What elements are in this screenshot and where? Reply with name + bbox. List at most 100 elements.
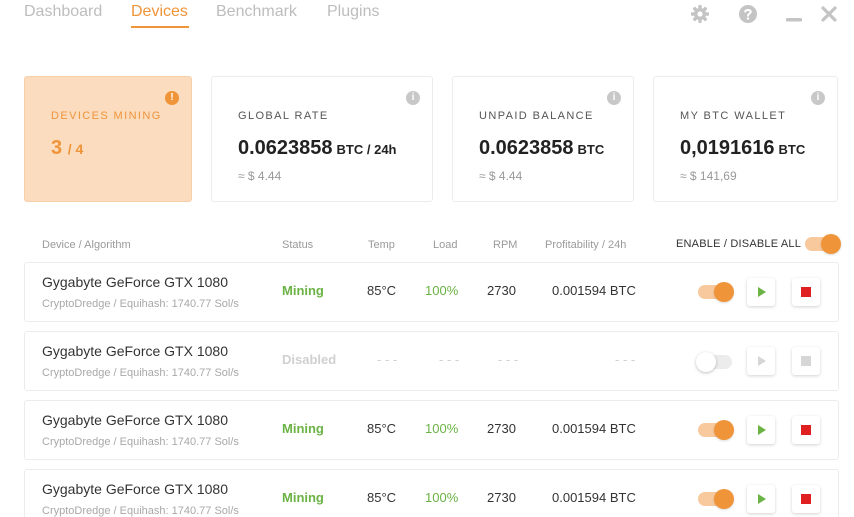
stop-button[interactable] bbox=[792, 347, 820, 375]
minimize-icon[interactable] bbox=[784, 4, 804, 24]
global-rate-value: 0.0623858 BTC / 24h bbox=[238, 137, 397, 160]
device-status: Mining bbox=[282, 421, 324, 436]
stop-button[interactable] bbox=[792, 416, 820, 444]
device-status: Mining bbox=[282, 490, 324, 505]
card-label: UNPAID BALANCE bbox=[479, 110, 594, 122]
header-temp: Temp bbox=[368, 239, 395, 251]
stop-button[interactable] bbox=[792, 485, 820, 513]
device-temp: 85°C bbox=[367, 283, 397, 298]
header-rpm: RPM bbox=[493, 239, 518, 251]
card-btc-wallet: i MY BTC WALLET 0,0191616 BTC ≈ $ 141,69 bbox=[653, 76, 838, 202]
device-load: 100% bbox=[425, 490, 459, 505]
play-icon bbox=[758, 494, 766, 504]
device-load: 100% bbox=[425, 283, 459, 298]
device-row: Gygabyte GeForce GTX 1080 CryptoDredge /… bbox=[24, 469, 839, 517]
device-rpm: 2730 bbox=[487, 283, 516, 298]
start-button[interactable] bbox=[747, 416, 775, 444]
toggle-knob bbox=[714, 282, 734, 302]
device-toggle[interactable] bbox=[696, 352, 732, 372]
card-global-rate: i GLOBAL RATE 0.0623858 BTC / 24h ≈ $ 4.4… bbox=[211, 76, 433, 202]
approx-usd: ≈ $ 4.44 bbox=[238, 169, 282, 183]
btc-wallet-value: 0,0191616 BTC bbox=[680, 137, 805, 160]
stop-icon bbox=[801, 356, 811, 366]
device-row: Gygabyte GeForce GTX 1080 CryptoDredge /… bbox=[24, 400, 839, 460]
info-icon[interactable]: i bbox=[811, 91, 825, 105]
play-icon bbox=[758, 425, 766, 435]
tab-plugins[interactable]: Plugins bbox=[327, 3, 379, 21]
value-number: 0,0191616 bbox=[680, 137, 775, 159]
device-profitability: 0.001594 BTC bbox=[552, 490, 636, 505]
device-row: Gygabyte GeForce GTX 1080 CryptoDredge /… bbox=[24, 262, 839, 322]
tab-dashboard[interactable]: Dashboard bbox=[24, 3, 102, 21]
value-number: 0.0623858 bbox=[238, 137, 333, 159]
devices-mining-count: 3 / 4 bbox=[51, 137, 83, 160]
device-temp: - - - bbox=[377, 352, 398, 367]
enable-disable-all-label: ENABLE / DISABLE ALL bbox=[676, 238, 802, 250]
stop-button[interactable] bbox=[792, 278, 820, 306]
play-icon bbox=[758, 287, 766, 297]
play-icon bbox=[758, 356, 766, 366]
device-algorithm: CryptoDredge / Equihash: 1740.77 Sol/s bbox=[42, 436, 239, 448]
card-label: DEVICES MINING bbox=[51, 110, 162, 122]
stop-icon bbox=[801, 287, 811, 297]
card-unpaid-balance: i UNPAID BALANCE 0.0623858 BTC ≈ $ 4.44 bbox=[452, 76, 634, 202]
header-device: Device / Algorithm bbox=[42, 239, 131, 251]
toggle-knob bbox=[714, 489, 734, 509]
value-number: 0.0623858 bbox=[479, 137, 574, 159]
start-button[interactable] bbox=[747, 485, 775, 513]
toggle-knob bbox=[696, 352, 716, 372]
start-button[interactable] bbox=[747, 278, 775, 306]
devices-mining-value: 3 bbox=[51, 137, 63, 159]
enable-all-toggle[interactable] bbox=[805, 234, 841, 254]
active-tab-underline bbox=[131, 26, 189, 28]
card-label: MY BTC WALLET bbox=[680, 110, 787, 122]
tab-benchmark[interactable]: Benchmark bbox=[216, 3, 297, 21]
device-name: Gygabyte GeForce GTX 1080 bbox=[42, 412, 228, 428]
device-profitability: 0.001594 BTC bbox=[552, 421, 636, 436]
card-label: GLOBAL RATE bbox=[238, 110, 329, 122]
tab-devices[interactable]: Devices bbox=[131, 3, 188, 21]
close-icon[interactable] bbox=[819, 4, 839, 24]
device-name: Gygabyte GeForce GTX 1080 bbox=[42, 274, 228, 290]
info-icon[interactable]: i bbox=[406, 91, 420, 105]
device-status: Mining bbox=[282, 283, 324, 298]
device-profitability: - - - bbox=[615, 352, 636, 367]
device-algorithm: CryptoDredge / Equihash: 1740.77 Sol/s bbox=[42, 367, 239, 379]
gear-icon[interactable] bbox=[690, 4, 710, 24]
info-icon[interactable]: i bbox=[607, 91, 621, 105]
device-load: 100% bbox=[425, 421, 459, 436]
start-button[interactable] bbox=[747, 347, 775, 375]
unpaid-balance-value: 0.0623858 BTC bbox=[479, 137, 604, 160]
header-profitability: Profitability / 24h bbox=[545, 239, 627, 251]
device-row: Gygabyte GeForce GTX 1080 CryptoDredge /… bbox=[24, 331, 839, 391]
device-rpm: 2730 bbox=[487, 490, 516, 505]
device-algorithm: CryptoDredge / Equihash: 1740.77 Sol/s bbox=[42, 298, 239, 310]
header-load: Load bbox=[433, 239, 458, 251]
devices-mining-total: / 4 bbox=[67, 141, 84, 157]
device-status: Disabled bbox=[282, 352, 337, 367]
help-icon[interactable] bbox=[738, 4, 758, 24]
info-icon[interactable]: ! bbox=[165, 91, 179, 105]
approx-usd: ≈ $ 141,69 bbox=[680, 169, 737, 183]
approx-usd: ≈ $ 4.44 bbox=[479, 169, 523, 183]
device-temp: 85°C bbox=[367, 421, 397, 436]
stop-icon bbox=[801, 425, 811, 435]
top-nav: Dashboard Devices Benchmark Plugins bbox=[0, 0, 854, 44]
device-temp: 85°C bbox=[367, 490, 397, 505]
device-toggle[interactable] bbox=[698, 420, 734, 440]
header-status: Status bbox=[282, 239, 314, 251]
device-rpm: - - - bbox=[498, 352, 519, 367]
toggle-knob bbox=[714, 420, 734, 440]
device-toggle[interactable] bbox=[698, 282, 734, 302]
value-unit: BTC bbox=[778, 142, 806, 157]
card-devices-mining: ! DEVICES MINING 3 / 4 bbox=[24, 76, 192, 202]
toggle-knob bbox=[821, 234, 841, 254]
device-load: - - - bbox=[439, 352, 460, 367]
device-rpm: 2730 bbox=[487, 421, 516, 436]
device-algorithm: CryptoDredge / Equihash: 1740.77 Sol/s bbox=[42, 505, 239, 517]
device-name: Gygabyte GeForce GTX 1080 bbox=[42, 343, 228, 359]
value-unit: BTC / 24h bbox=[336, 142, 397, 157]
device-toggle[interactable] bbox=[698, 489, 734, 509]
device-name: Gygabyte GeForce GTX 1080 bbox=[42, 481, 228, 497]
device-profitability: 0.001594 BTC bbox=[552, 283, 636, 298]
